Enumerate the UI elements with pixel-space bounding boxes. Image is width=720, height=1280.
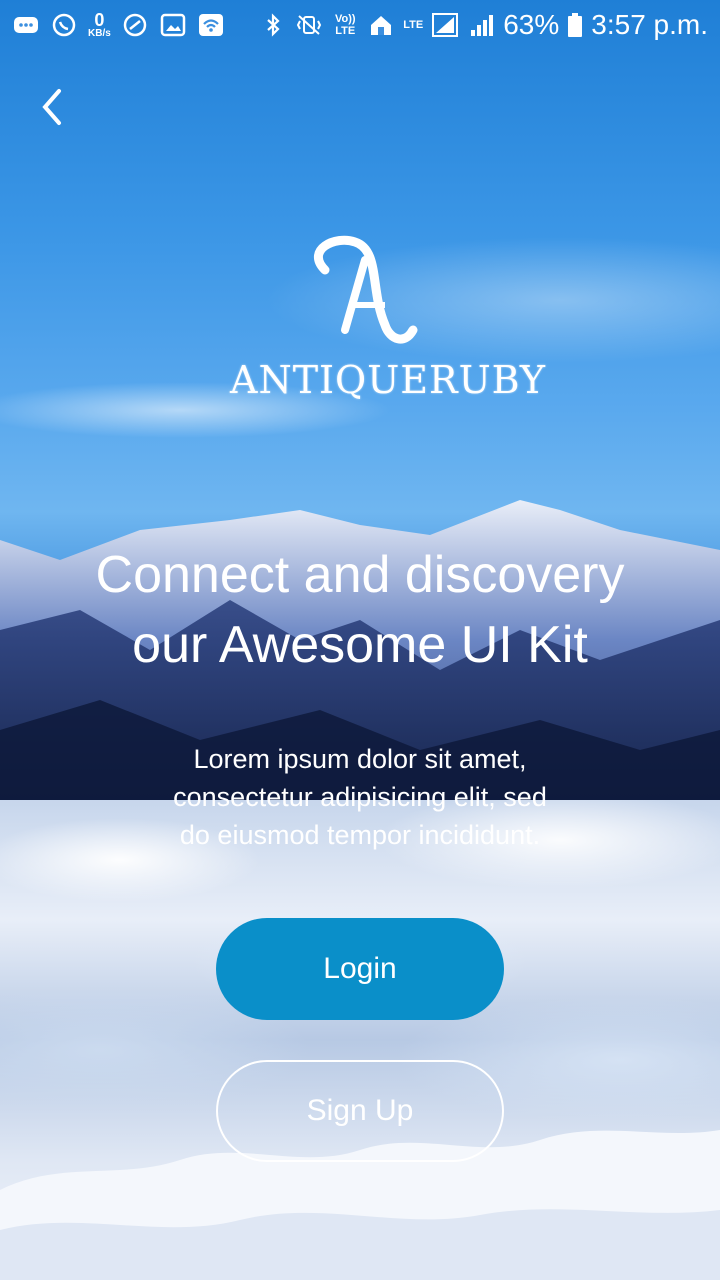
back-button[interactable] <box>30 82 74 132</box>
subtitle-line-2: consectetur adipisicing elit, sed <box>173 782 547 812</box>
data-saver-icon <box>121 12 149 38</box>
subtitle-line-3: do eiusmod tempor incididunt. <box>179 820 541 850</box>
lte-indicator: LTE <box>403 19 424 31</box>
brand-logo: ANTIQUERUBY <box>230 230 546 440</box>
signup-button[interactable]: Sign Up <box>216 1060 504 1162</box>
brand-name: ANTIQUERUBY <box>230 358 546 402</box>
vibrate-icon <box>295 12 323 38</box>
battery-percent: 63% <box>503 9 560 40</box>
network-speed: 0 KB/s <box>88 11 111 39</box>
signup-button-label: Sign Up <box>306 1094 414 1127</box>
volte-indicator: Vo)) LTE <box>334 13 356 37</box>
gallery-icon <box>159 12 187 38</box>
chevron-left-icon <box>42 89 61 125</box>
message-icon <box>12 12 40 38</box>
signal-sim1-icon <box>431 12 459 38</box>
whatsapp-icon <box>50 12 78 38</box>
home-icon <box>367 12 395 38</box>
login-button-label: Login <box>323 952 397 985</box>
battery-icon <box>567 12 583 38</box>
bluetooth-icon <box>259 12 287 38</box>
clock: 3:57 p.m. <box>591 9 708 40</box>
headline-line-1: Connect and discovery <box>95 546 625 604</box>
status-bar: 0 KB/s Vo)) LTE LTE 63% 3:57 p.m. <box>0 0 720 50</box>
headline-line-2: our Awesome UI Kit <box>132 616 588 674</box>
network-speed-value: 0 <box>94 10 105 30</box>
subtitle: Lorem ipsum dolor sit amet, consectetur … <box>110 740 610 854</box>
login-button[interactable]: Login <box>216 918 504 1020</box>
logo-mark-icon <box>314 235 418 344</box>
network-speed-unit: KB/s <box>88 28 111 39</box>
subtitle-line-1: Lorem ipsum dolor sit amet, <box>193 744 527 774</box>
wifi-icon <box>197 12 225 38</box>
signal-sim2-icon <box>467 12 495 38</box>
headline: Connect and discovery our Awesome UI Kit <box>20 540 700 680</box>
